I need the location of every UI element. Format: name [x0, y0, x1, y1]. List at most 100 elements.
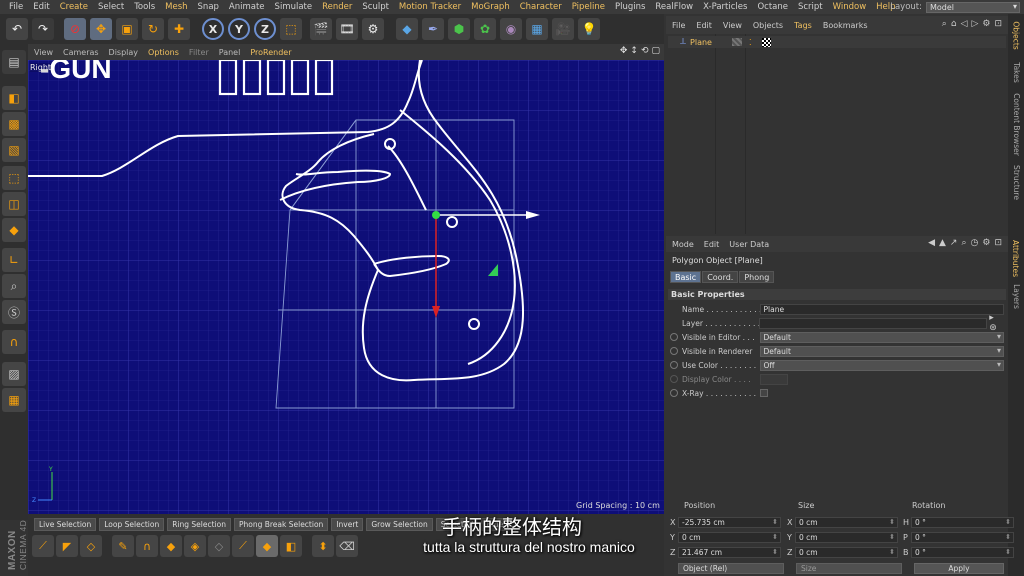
layer-icon[interactable] [732, 38, 743, 46]
animate-keyframe-icon[interactable] [670, 389, 678, 397]
attribute-tab-basic[interactable]: Basic [670, 271, 702, 283]
search-icon[interactable]: ⌕ [942, 19, 947, 29]
object-menu-bookmarks[interactable]: Bookmarks [823, 21, 868, 30]
object-menu-objects[interactable]: Objects [753, 21, 783, 30]
property-value[interactable]: Off [759, 359, 1004, 371]
menu-select[interactable]: Select [93, 0, 129, 14]
menu-mesh[interactable]: Mesh [160, 0, 192, 14]
menu-motion-tracker[interactable]: Motion Tracker [394, 0, 466, 14]
menu-simulate[interactable]: Simulate [270, 0, 318, 14]
property-value[interactable]: Plane [759, 303, 1004, 315]
object-menu-edit[interactable]: Edit [696, 21, 712, 30]
animate-keyframe-icon[interactable] [670, 333, 678, 341]
object-menu-file[interactable]: File [672, 21, 685, 30]
home-icon[interactable]: ⌂ [951, 19, 957, 29]
x-axis-lock-icon[interactable]: X [202, 18, 224, 40]
menu-edit[interactable]: Edit [28, 0, 54, 14]
viewport-zoom-icon[interactable]: ⟲ [641, 46, 649, 56]
attribute-menu-item[interactable]: User Data [729, 240, 769, 249]
column-divider[interactable] [745, 34, 746, 234]
layout-select[interactable]: Model [926, 1, 1020, 13]
settings-icon[interactable]: ⚙ [982, 19, 990, 29]
object-name[interactable]: Plane [690, 38, 732, 47]
viewport-menu-view[interactable]: View [34, 48, 53, 57]
layer-link-icon[interactable]: ▸ ⊛ [989, 313, 1004, 333]
property-value[interactable]: Default [759, 331, 1004, 343]
size-field[interactable]: 0 cm [795, 517, 898, 528]
viewport-menu-panel[interactable]: Panel [219, 48, 241, 57]
menu-sculpt[interactable]: Sculpt [357, 0, 394, 14]
forward-icon[interactable]: ▷ [971, 19, 978, 29]
side-tab-takes[interactable]: Takes [1008, 56, 1024, 88]
viewport-right[interactable]: -GUN Y Z [28, 60, 664, 514]
menu-octane[interactable]: Octane [752, 0, 793, 14]
viewport-move-icon[interactable]: ✥ [620, 46, 628, 56]
history-icon[interactable]: ◷ [971, 238, 979, 248]
uv-mode-icon[interactable]: ∟ [2, 248, 26, 272]
side-tab-attributes[interactable]: Attributes [1008, 236, 1024, 280]
viewport-menu-cameras[interactable]: Cameras [63, 48, 99, 57]
menu-window[interactable]: Window [828, 0, 872, 14]
size-field[interactable]: 0 cm [795, 532, 898, 543]
menu-create[interactable]: Create [55, 0, 93, 14]
side-tab-objects[interactable]: Objects [1008, 18, 1024, 52]
search-icon[interactable]: ⌕ [961, 238, 966, 248]
edges-mode-icon[interactable]: ◫ [2, 192, 26, 216]
position-field[interactable]: 21.467 cm [678, 547, 781, 558]
attribute-menu-item[interactable]: Edit [704, 240, 720, 249]
menu-plugins[interactable]: Plugins [610, 0, 650, 14]
undo-icon[interactable]: ↶ [6, 18, 28, 40]
coordinate-mode-select[interactable]: Object (Rel) [678, 563, 784, 574]
viewport-menu-display[interactable]: Display [109, 48, 139, 57]
z-axis-lock-icon[interactable]: Z [254, 18, 276, 40]
menu-animate[interactable]: Animate [224, 0, 270, 14]
planar-workplane-icon[interactable]: ▦ [2, 388, 26, 412]
move-tool-icon[interactable]: ✥ [90, 18, 112, 40]
model-mode-icon[interactable]: ◧ [2, 86, 26, 110]
property-value[interactable] [759, 317, 988, 329]
object-menu-view[interactable]: View [723, 21, 742, 30]
workplane-mode-icon[interactable]: ▧ [2, 138, 26, 162]
rotation-field[interactable]: 0 ° [911, 517, 1014, 528]
attribute-tab-phong[interactable]: Phong [739, 271, 775, 283]
position-field[interactable]: -25.735 cm [678, 517, 781, 528]
texture-mode-icon[interactable]: ▩ [2, 112, 26, 136]
object-row-plane[interactable]: ⟂ Plane ⁚ [668, 36, 1006, 48]
attribute-tab-coord[interactable]: Coord. [702, 271, 739, 283]
viewport-menu-options[interactable]: Options [148, 48, 179, 57]
live-selection-icon[interactable]: ⊘ [64, 18, 86, 40]
recent-tool-icon[interactable]: ✚ [168, 18, 190, 40]
polygons-mode-icon[interactable]: ◆ [2, 218, 26, 242]
deformer-icon[interactable]: ◉ [500, 18, 522, 40]
xray-checkbox[interactable] [760, 389, 768, 397]
make-editable-icon[interactable]: ▤ [2, 50, 26, 74]
column-divider[interactable] [715, 34, 716, 234]
menu-script[interactable]: Script [793, 0, 828, 14]
side-tab-content-browser[interactable]: Content Browser [1008, 92, 1024, 156]
apply-button[interactable]: Apply [914, 563, 1004, 574]
rotate-tool-icon[interactable]: ↻ [142, 18, 164, 40]
viewport-maximize-icon[interactable]: ▢ [651, 46, 660, 56]
tweak-mode-icon[interactable]: ⌕ [2, 274, 26, 298]
cube-primitive-icon[interactable]: ◆ [396, 18, 418, 40]
subdivision-surface-icon[interactable]: ⬢ [448, 18, 470, 40]
cloner-icon[interactable]: ✿ [474, 18, 496, 40]
texture-tag-icon[interactable] [761, 37, 771, 47]
settings-icon[interactable]: ⚙ [982, 238, 990, 248]
menu-mograph[interactable]: MoGraph [466, 0, 515, 14]
scale-tool-icon[interactable]: ▣ [116, 18, 138, 40]
basic-properties-header[interactable]: Basic Properties [668, 289, 1006, 300]
magnet-icon[interactable]: ∩ [2, 330, 26, 354]
menu-render[interactable]: Render [317, 0, 357, 14]
lock-icon[interactable]: ⊡ [994, 238, 1002, 248]
snap-icon[interactable]: Ⓢ [2, 300, 26, 324]
menu-snap[interactable]: Snap [193, 0, 224, 14]
coordinate-system-icon[interactable]: ⬚ [280, 18, 302, 40]
object-menu-tags[interactable]: Tags [794, 21, 812, 30]
viewport-menu-filter[interactable]: Filter [189, 48, 209, 57]
visibility-dots-icon[interactable]: ⁚ [749, 38, 752, 47]
redo-icon[interactable]: ↷ [32, 18, 54, 40]
menu-character[interactable]: Character [515, 0, 567, 14]
back-arrow-icon[interactable]: ◀ [928, 238, 935, 248]
rotation-field[interactable]: 0 ° [911, 547, 1014, 558]
